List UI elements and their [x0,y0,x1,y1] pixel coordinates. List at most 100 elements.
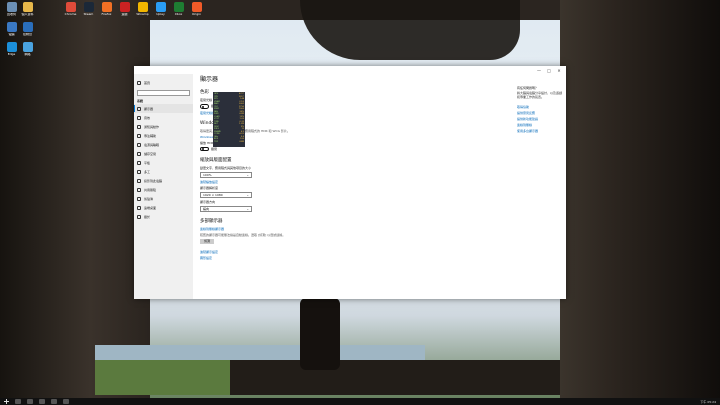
help-link[interactable]: 提供新功能建議 [517,117,563,121]
sidebar-item[interactable]: 專注輔助 [134,131,193,140]
desktop-icon[interactable]: 電腦 [3,22,20,36]
sidebar-item[interactable]: 多工 [134,167,193,176]
project-icon [137,178,141,183]
wallpaper-silhouette [300,0,520,60]
sidebar-item[interactable]: 電源與睡眠 [134,140,193,149]
browser-icon[interactable] [51,399,57,404]
overlay-value: 65W [239,140,244,143]
taskbar-clock[interactable]: 下午 05:24 [700,400,716,404]
desktop-icon-label: Origin [191,13,202,16]
chevron-down-icon: ⌄ [246,173,249,177]
storage-icon [137,151,141,156]
file-explorer-icon[interactable] [39,399,45,404]
desktop-icon[interactable]: 遊戲 [116,2,133,16]
chevron-down-icon: ⌄ [246,193,249,197]
sidebar-item[interactable]: 儲存空間 [134,149,193,158]
scale-value: 100% [203,173,212,177]
multitask-icon [137,169,141,174]
maximize-button[interactable]: □ [544,67,554,74]
app-icon [22,42,33,52]
desktop-icon-label: 控制台 [22,33,32,36]
sidebar-item[interactable]: 通知與動作 [134,122,193,131]
sidebar-item[interactable]: 共用體驗 [134,185,193,194]
sidebar-home-label: 首頁 [144,80,151,85]
help-title: 有任何問題嗎？ [517,86,539,90]
task-view-icon[interactable] [27,399,33,404]
sidebar-item-label: 音效 [144,115,151,120]
app-icon [173,2,184,12]
moon-icon [137,133,141,138]
settings-icon[interactable] [63,399,69,404]
settings-search-input[interactable] [137,90,190,96]
desktop-icon[interactable]: Firefox [98,2,115,16]
notification-icon [137,124,141,129]
desktop-icon[interactable]: Uplay [152,2,169,16]
app-icon [119,2,130,12]
wallpaper-wall-right [560,0,720,405]
app-icon [6,22,17,32]
help-link[interactable]: 使用多台顯示器 [517,129,563,133]
window-titlebar[interactable]: — □ ✕ [134,66,566,74]
sidebar-item[interactable]: 遠端桌面 [134,203,193,212]
orientation-value: 橫向 [203,207,210,211]
desktop-icon[interactable]: 個人資料 [19,2,36,16]
sidebar-item-label: 投影到此電腦 [144,178,163,183]
minimize-button[interactable]: — [534,67,544,74]
overlay-metric: TDP [214,140,218,143]
desktop-icon[interactable]: Edge [3,42,20,56]
scale-select[interactable]: 100% ⌄ [200,172,252,178]
sidebar-item-label: 儲存空間 [144,151,157,156]
sidebar-item[interactable]: 平板 [134,158,193,167]
chevron-down-icon: ⌄ [246,207,249,211]
help-link[interactable]: 提供意見反應 [517,111,563,115]
help-link[interactable]: 取得協助 [517,105,563,109]
sidebar-item-home[interactable]: 首頁 [134,78,193,87]
home-icon [137,80,141,85]
sidebar-item-label: 平板 [144,160,151,165]
sidebar-item[interactable]: 投影到此電腦 [134,176,193,185]
orientation-label: 顯示器方向 [200,200,216,204]
orientation-select[interactable]: 橫向 ⌄ [200,206,252,212]
app-icon [155,2,166,12]
sidebar-item[interactable]: 顯示器 [134,104,193,113]
desktop-icon-label: Steam [83,13,94,16]
app-icon [191,2,202,12]
sidebar-item-label: 專注輔助 [144,133,157,138]
app-icon [65,2,76,12]
wallpaper-rocks [230,360,560,395]
start-icon[interactable] [4,399,9,404]
hdr-toggle[interactable] [200,146,209,151]
desktop-icon[interactable]: Steam [80,2,97,16]
search-icon[interactable] [15,399,21,404]
desktop-icon[interactable]: Origin [188,2,205,16]
close-button[interactable]: ✕ [554,67,564,74]
multi-display-description: 較舊的顯示器可能無法總是自動連線。選取 [偵測] 以嘗試連線。 [200,233,286,237]
sidebar-item[interactable]: 剪貼簿 [134,194,193,203]
resolution-select[interactable]: 1920 × 1080 ⌄ [200,192,252,198]
desktop-icon[interactable]: 網路 [19,42,36,56]
desktop-icon-label: Chrome [64,13,77,16]
desktop-icon[interactable]: 控制台 [19,22,36,36]
graphics-settings-link[interactable]: 圖形設定 [200,256,420,260]
sidebar-item[interactable]: 關於 [134,212,193,221]
wireless-display-link[interactable]: 連線到無線顯示器 [200,227,420,231]
sidebar-item[interactable]: 音效 [134,113,193,122]
desktop-icon[interactable]: Chrome [62,2,79,16]
app-icon [22,2,33,12]
advanced-scaling-link[interactable]: 進階縮放設定 [200,180,420,184]
desktop-icon[interactable]: 回收筒 [3,2,20,16]
sidebar-item-label: 剪貼簿 [144,196,154,201]
remote-icon [137,205,141,210]
clipboard-icon [137,196,141,201]
desktop-icon[interactable]: Winamp [134,2,151,16]
detect-button[interactable]: 偵測 [200,239,214,244]
hdr-toggle-state: 關閉 [211,146,218,151]
desktop-icon-label: Xbox [174,13,183,16]
app-icon [101,2,112,12]
night-light-toggle[interactable] [200,104,209,109]
advanced-display-link[interactable]: 進階顯示設定 [200,250,420,254]
tablet-icon [137,160,141,165]
help-text: 將大腦與電腦分享設計，以及遊戲和專業工作的裝置。 [517,91,563,99]
desktop-icon[interactable]: Xbox [170,2,187,16]
help-link[interactable]: 連線到無線 [517,123,563,127]
